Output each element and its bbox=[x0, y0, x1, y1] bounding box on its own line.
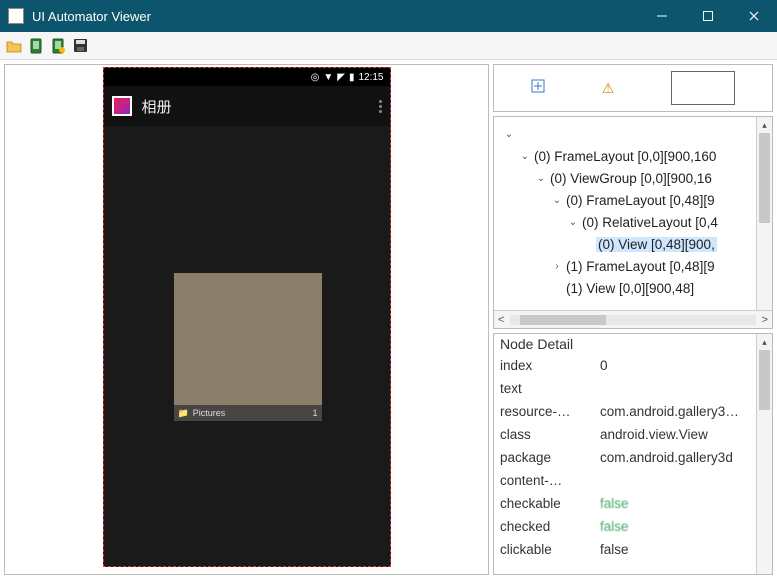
open-icon[interactable] bbox=[4, 36, 24, 56]
main-split: ◎ ▼ ◤ ▮ 12:15 相册 📁 Pictures 1 bbox=[0, 60, 777, 579]
tree-node[interactable]: ⌄(0) RelativeLayout [0,4 bbox=[498, 211, 772, 233]
album-label: Pictures bbox=[193, 408, 226, 418]
chevron-down-icon[interactable]: ⌄ bbox=[518, 151, 532, 162]
detail-key: package bbox=[494, 446, 594, 469]
detail-row[interactable]: packagecom.android.gallery3d bbox=[494, 446, 772, 469]
chevron-down-icon[interactable]: ⌄ bbox=[502, 129, 516, 140]
hierarchy-tree-panel: ⌄⌄(0) FrameLayout [0,0][900,160⌄(0) View… bbox=[493, 116, 773, 329]
tree-node-label: (0) FrameLayout [0,0][900,160 bbox=[532, 149, 718, 164]
chevron-down-icon[interactable]: ⌄ bbox=[566, 217, 580, 228]
device-screenshot[interactable]: ◎ ▼ ◤ ▮ 12:15 相册 📁 Pictures 1 bbox=[103, 67, 391, 567]
tree-node[interactable]: ⌄(0) FrameLayout [0,0][900,160 bbox=[498, 145, 772, 167]
thumbnail-box bbox=[671, 71, 735, 105]
detail-row[interactable]: checkedfalse bbox=[494, 515, 772, 538]
tree-node-label: (0) FrameLayout [0,48][9 bbox=[564, 193, 717, 208]
app-icon bbox=[8, 8, 24, 24]
chevron-right-icon[interactable]: › bbox=[550, 261, 564, 272]
detail-row[interactable]: clickablefalse bbox=[494, 538, 772, 561]
tree-vertical-scrollbar[interactable]: ▴ bbox=[756, 117, 772, 310]
detail-key: checkable bbox=[494, 492, 594, 515]
album-footer: 📁 Pictures 1 bbox=[174, 405, 322, 421]
device-dump-icon[interactable] bbox=[26, 36, 46, 56]
album-tile: 📁 Pictures 1 bbox=[174, 273, 322, 421]
detail-value: com.android.gallery3d bbox=[594, 446, 772, 469]
detail-key: clickable bbox=[494, 538, 594, 561]
device-statusbar: ◎ ▼ ◤ ▮ 12:15 bbox=[104, 68, 390, 86]
wifi-icon: ▼ bbox=[323, 72, 333, 83]
warning-icon[interactable]: ⚠ bbox=[602, 80, 615, 97]
scroll-thumb[interactable] bbox=[759, 133, 770, 223]
detail-value: false bbox=[594, 538, 772, 561]
chevron-down-icon[interactable]: ⌄ bbox=[550, 195, 564, 206]
signal-icon: ◤ bbox=[337, 72, 345, 83]
detail-key: class bbox=[494, 423, 594, 446]
overflow-menu-icon bbox=[379, 100, 382, 113]
detail-key: resource-… bbox=[494, 400, 594, 423]
toolbar bbox=[0, 32, 777, 60]
detail-value: com.android.gallery3… bbox=[594, 400, 772, 423]
window-title: UI Automator Viewer bbox=[32, 9, 151, 24]
folder-icon: 📁 bbox=[178, 408, 189, 419]
album-count: 1 bbox=[312, 408, 317, 418]
device-appbar: 相册 bbox=[104, 86, 390, 126]
location-icon: ◎ bbox=[311, 72, 320, 83]
titlebar: UI Automator Viewer bbox=[0, 0, 777, 32]
minimize-button[interactable] bbox=[639, 0, 685, 32]
detail-row[interactable]: classandroid.view.View bbox=[494, 423, 772, 446]
right-pane: ⚠ ⌄⌄(0) FrameLayout [0,0][900,160⌄(0) Vi… bbox=[493, 64, 773, 575]
detail-key: checked bbox=[494, 515, 594, 538]
tree-node-label: (0) View [0,48][900, bbox=[596, 237, 717, 252]
detail-value: false bbox=[594, 492, 772, 515]
maximize-button[interactable] bbox=[685, 0, 731, 32]
tree-node-label: (1) View [0,0][900,48] bbox=[564, 281, 696, 296]
app-window: UI Automator Viewer bbox=[0, 0, 777, 579]
expand-all-icon[interactable] bbox=[531, 79, 545, 98]
detail-value bbox=[594, 469, 772, 492]
scroll-left-icon[interactable]: < bbox=[498, 314, 504, 326]
detail-row[interactable]: content-… bbox=[494, 469, 772, 492]
close-button[interactable] bbox=[731, 0, 777, 32]
appbar-title: 相册 bbox=[142, 96, 172, 117]
node-detail-title: Node Detail bbox=[494, 334, 772, 354]
tree-node-label: (0) ViewGroup [0,0][900,16 bbox=[548, 171, 714, 186]
node-detail-table: index0textresource-…com.android.gallery3… bbox=[494, 354, 772, 561]
detail-row[interactable]: index0 bbox=[494, 354, 772, 377]
hierarchy-tree[interactable]: ⌄⌄(0) FrameLayout [0,0][900,160⌄(0) View… bbox=[494, 117, 772, 310]
status-time: 12:15 bbox=[358, 72, 383, 83]
detail-value: android.view.View bbox=[594, 423, 772, 446]
scroll-thumb[interactable] bbox=[759, 350, 770, 410]
scroll-up-icon[interactable]: ▴ bbox=[757, 117, 772, 133]
gallery-app-icon bbox=[112, 96, 132, 116]
detail-key: content-… bbox=[494, 469, 594, 492]
detail-value bbox=[594, 377, 772, 400]
tree-node-label: (0) RelativeLayout [0,4 bbox=[580, 215, 720, 230]
detail-key: index bbox=[494, 354, 594, 377]
chevron-down-icon[interactable]: ⌄ bbox=[534, 173, 548, 184]
detail-row[interactable]: resource-…com.android.gallery3… bbox=[494, 400, 772, 423]
tree-node[interactable]: (0) View [0,48][900, bbox=[498, 233, 772, 255]
node-detail-panel: Node Detail index0textresource-…com.andr… bbox=[493, 333, 773, 575]
detail-vertical-scrollbar[interactable]: ▴ bbox=[756, 334, 772, 574]
battery-icon: ▮ bbox=[349, 72, 355, 83]
tree-toolbar: ⚠ bbox=[493, 64, 773, 112]
scroll-up-icon[interactable]: ▴ bbox=[757, 334, 772, 350]
scroll-right-icon[interactable]: > bbox=[762, 314, 768, 326]
device-dump-compressed-icon[interactable] bbox=[48, 36, 68, 56]
screenshot-pane: ◎ ▼ ◤ ▮ 12:15 相册 📁 Pictures 1 bbox=[4, 64, 489, 575]
detail-row[interactable]: checkablefalse bbox=[494, 492, 772, 515]
tree-horizontal-scrollbar[interactable]: < > bbox=[494, 310, 772, 328]
tree-node[interactable]: ›(1) FrameLayout [0,48][9 bbox=[498, 255, 772, 277]
save-icon[interactable] bbox=[70, 36, 90, 56]
detail-row[interactable]: text bbox=[494, 377, 772, 400]
detail-value: false bbox=[594, 515, 772, 538]
tree-node[interactable]: ⌄(0) FrameLayout [0,48][9 bbox=[498, 189, 772, 211]
tree-node[interactable]: (1) View [0,0][900,48] bbox=[498, 277, 772, 299]
tree-node[interactable]: ⌄(0) ViewGroup [0,0][900,16 bbox=[498, 167, 772, 189]
tree-node[interactable]: ⌄ bbox=[498, 123, 772, 145]
detail-key: text bbox=[494, 377, 594, 400]
tree-node-label: (1) FrameLayout [0,48][9 bbox=[564, 259, 717, 274]
detail-value: 0 bbox=[594, 354, 772, 377]
hscroll-thumb[interactable] bbox=[520, 315, 606, 325]
